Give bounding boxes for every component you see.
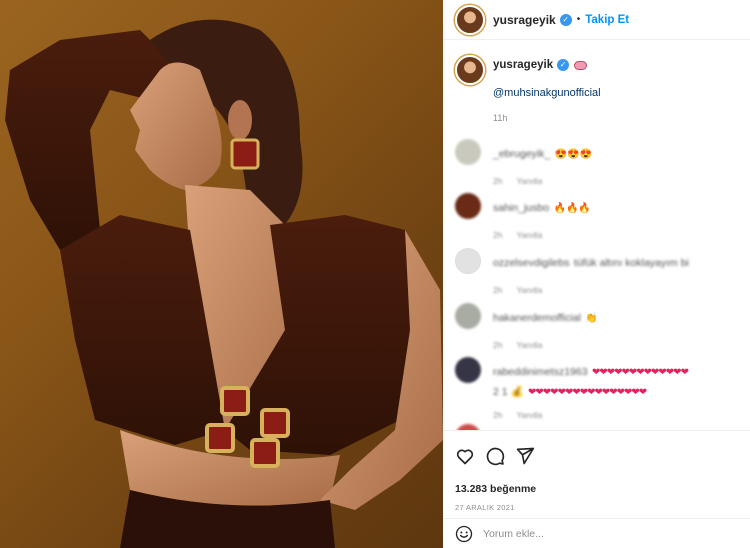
separator-dot: • [576, 14, 581, 25]
verified-icon: ✓ [557, 59, 570, 71]
comment-emoji: 🔥🔥🔥 [553, 203, 591, 214]
comment-username[interactable]: _ebrugeyik_ [493, 148, 550, 160]
comment-username[interactable]: ozzelsevdigilebs [493, 257, 569, 269]
comment-username[interactable]: sahin_jusbo [493, 202, 549, 214]
caption-time: 11h [493, 113, 508, 123]
comment-avatar[interactable] [455, 139, 481, 165]
comment-avatar[interactable] [455, 248, 481, 274]
caption-avatar[interactable] [455, 55, 485, 85]
reply-button[interactable]: Yanıtla [516, 285, 542, 295]
post-header: yusrageyik ✓ • Takip Et [443, 0, 750, 40]
photo-illustration [5, 19, 443, 548]
comment-text: tüfük altını koklayayım bi [573, 257, 689, 269]
likes-count[interactable]: 13.283 beğenme [455, 483, 738, 495]
comment-item: sahin_jusbo 🔥🔥🔥 2h Yanıtla [443, 193, 750, 240]
comment-avatar[interactable] [455, 357, 481, 383]
caption-mention-link[interactable]: @muhsinakgunofficial [493, 87, 601, 99]
comments-list[interactable]: yusrageyik ✓ @muhsinakgunofficial 11h _e… [443, 41, 750, 430]
comment-emoji: 👏 [585, 313, 598, 324]
heart-icon[interactable] [455, 446, 475, 466]
comment-avatar[interactable] [455, 193, 481, 219]
caption-username[interactable]: yusrageyik [493, 59, 553, 71]
comment-time: 2h [493, 176, 503, 186]
hearts-emoji-row: ❤❤❤❤❤❤❤❤❤❤❤❤❤ [592, 367, 689, 378]
hearts-emoji-row: ❤❤❤❤❤❤❤❤❤❤❤❤❤❤❤❤ [528, 387, 647, 398]
username-link[interactable]: yusrageyik [493, 13, 556, 27]
comment-emoji: 😍😍😍 [554, 149, 593, 160]
comment-text: 2 1 💰 [493, 386, 524, 398]
emoji-icon[interactable] [455, 525, 473, 543]
comment-username[interactable]: hakanerdemofficial [493, 312, 581, 324]
comment-item: _ebrugeyik_ 😍😍😍 2h Yanıtla [443, 139, 750, 186]
comment-icon[interactable] [485, 446, 505, 466]
follow-button[interactable]: Takip Et [585, 14, 629, 26]
post-actions: 13.283 beğenme 27 ARALIK 2021 [443, 430, 750, 512]
comment-time: 2h [493, 285, 503, 295]
verified-icon: ✓ [559, 13, 572, 26]
reply-button[interactable]: Yanıtla [516, 340, 542, 350]
post-photo[interactable] [0, 0, 443, 548]
share-icon[interactable] [515, 446, 535, 466]
reply-button[interactable]: Yanıtla [516, 410, 542, 420]
reply-button[interactable]: Yanıtla [516, 230, 542, 240]
comment-time: 2h [493, 230, 503, 240]
post-sidebar: yusrageyik ✓ • Takip Et yusrageyik ✓ @mu… [443, 0, 750, 548]
comment-item: ozzelsevdigilebs tüfük altını koklayayım… [443, 248, 750, 295]
reply-button[interactable]: Yanıtla [516, 176, 542, 186]
post-date: 27 ARALIK 2021 [455, 503, 515, 512]
comment-time: 2h [493, 410, 503, 420]
comment-username[interactable]: rabeddinimetsz1963 [493, 366, 588, 378]
caption: yusrageyik ✓ @muhsinakgunofficial 11h [443, 41, 750, 123]
brain-emoji-icon [574, 60, 588, 70]
avatar[interactable] [455, 4, 485, 35]
comment-item: hakanerdemofficial 👏 2h Yanıtla [443, 303, 750, 350]
comment-avatar[interactable] [455, 303, 481, 329]
add-comment-bar [443, 518, 750, 548]
comment-input[interactable] [483, 527, 723, 540]
comment-item: rabeddinimetsz1963 ❤❤❤❤❤❤❤❤❤❤❤❤❤ 2 1 💰 ❤… [443, 357, 750, 420]
comment-time: 2h [493, 340, 503, 350]
